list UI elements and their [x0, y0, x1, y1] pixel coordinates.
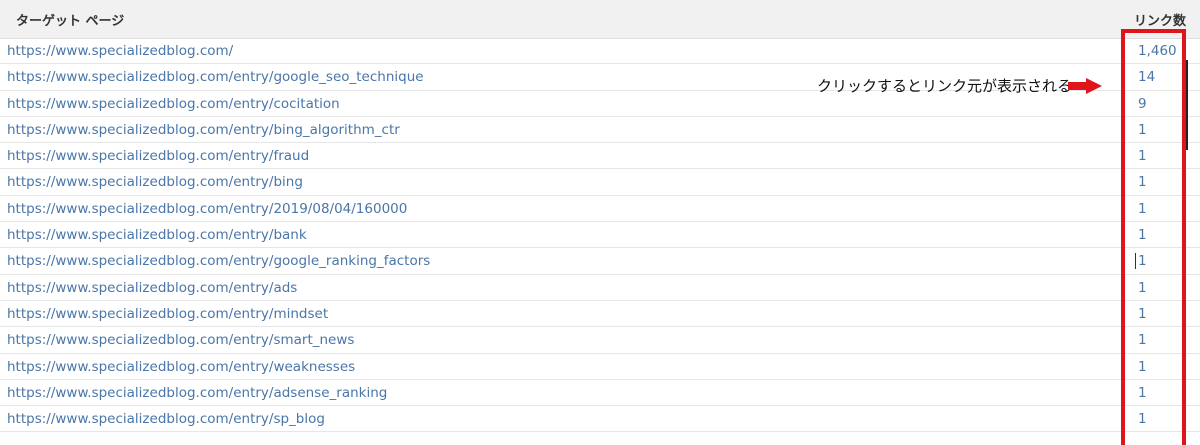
table-row: https://www.specializedblog.com/entry/fr…: [0, 143, 1200, 170]
column-header-target-page[interactable]: ターゲット ページ: [16, 10, 124, 29]
table-row: https://www.specializedblog.com/entry/ad…: [0, 380, 1200, 407]
scrollbar-line: [1186, 60, 1188, 150]
table-row: https://www.specializedblog.com/entry/20…: [0, 196, 1200, 223]
table-row: https://www.specializedblog.com/entry/ba…: [0, 222, 1200, 249]
target-page-link[interactable]: https://www.specializedblog.com/entry/20…: [7, 201, 407, 217]
column-header-link-count[interactable]: リンク数: [1134, 10, 1186, 29]
target-page-link[interactable]: https://www.specializedblog.com/entry/ba…: [7, 227, 307, 243]
target-page-link[interactable]: https://www.specializedblog.com/entry/mi…: [7, 306, 328, 322]
link-count-highlight-box: [1121, 29, 1186, 445]
table-row: https://www.specializedblog.com/1,460: [0, 38, 1200, 65]
target-page-link[interactable]: https://www.specializedblog.com/entry/ad…: [7, 280, 297, 296]
links-table: ターゲット ページ リンク数 https://www.specializedbl…: [0, 0, 1200, 433]
target-page-link[interactable]: https://www.specializedblog.com/entry/co…: [7, 96, 340, 112]
table-row: https://www.specializedblog.com/entry/we…: [0, 354, 1200, 380]
table-row: https://www.specializedblog.com/entry/bi…: [0, 117, 1200, 144]
target-page-link[interactable]: https://www.specializedblog.com/entry/go…: [7, 69, 424, 85]
target-page-link[interactable]: https://www.specializedblog.com/entry/bi…: [7, 122, 400, 138]
table-row: https://www.specializedblog.com/entry/go…: [0, 248, 1200, 275]
target-page-link[interactable]: https://www.specializedblog.com/entry/fr…: [7, 148, 309, 164]
target-page-link[interactable]: https://www.specializedblog.com/: [7, 43, 233, 59]
right-arrow-icon: [1068, 78, 1102, 94]
target-page-link[interactable]: https://www.specializedblog.com/entry/bi…: [7, 174, 303, 190]
table-row: https://www.specializedblog.com/entry/sm…: [0, 327, 1200, 354]
target-page-link[interactable]: https://www.specializedblog.com/entry/we…: [7, 359, 355, 375]
table-header: ターゲット ページ リンク数: [0, 0, 1200, 39]
annotation-text: クリックするとリンク元が表示される: [817, 77, 1073, 95]
table-row: https://www.specializedblog.com/entry/ad…: [0, 275, 1200, 301]
table-row: https://www.specializedblog.com/entry/sp…: [0, 406, 1200, 433]
target-page-link[interactable]: https://www.specializedblog.com/entry/go…: [7, 253, 430, 269]
table-body: https://www.specializedblog.com/1,460 htt…: [0, 38, 1200, 433]
table-row: https://www.specializedblog.com/entry/bi…: [0, 169, 1200, 196]
table-row: https://www.specializedblog.com/entry/mi…: [0, 301, 1200, 328]
target-page-link[interactable]: https://www.specializedblog.com/entry/sp…: [7, 411, 325, 427]
target-page-link[interactable]: https://www.specializedblog.com/entry/ad…: [7, 385, 387, 401]
target-page-link[interactable]: https://www.specializedblog.com/entry/sm…: [7, 332, 354, 348]
